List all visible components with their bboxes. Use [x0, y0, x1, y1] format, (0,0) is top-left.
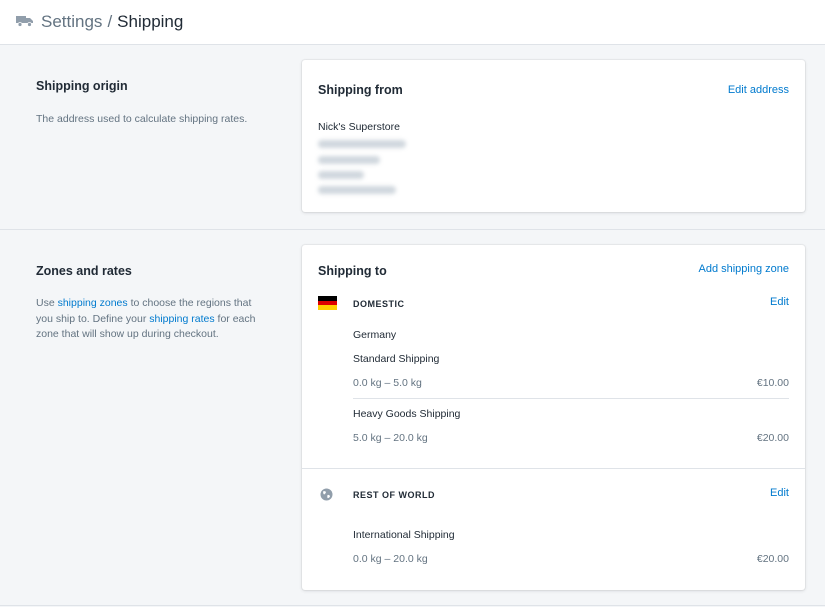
rate-weight-range: 0.0 kg – 20.0 kg — [353, 553, 428, 565]
address-line-redacted — [318, 171, 364, 179]
zone-name: REST OF WORLD — [353, 490, 435, 500]
rate-price: €20.00 — [756, 432, 789, 444]
shipping-from-card: Shipping from Edit address Nick's Supers… — [302, 60, 805, 212]
rate-name: Heavy Goods Shipping — [353, 408, 461, 420]
shipping-zones-link[interactable]: shipping zones — [58, 297, 128, 309]
shipping-to-card: Shipping to Add shipping zone DOMESTIC E… — [302, 245, 805, 590]
page-title: Shipping — [117, 12, 184, 31]
zone-country: Germany — [353, 329, 397, 341]
edit-zone-rest-of-world-link[interactable]: Edit — [770, 487, 789, 499]
store-name: Nick's Superstore — [318, 121, 400, 133]
germany-flag-icon — [318, 296, 337, 310]
address-line-redacted — [318, 156, 380, 164]
desc-text: Use — [36, 297, 58, 309]
add-shipping-zone-link[interactable]: Add shipping zone — [698, 263, 789, 275]
breadcrumb-settings[interactable]: Settings — [41, 12, 102, 32]
truck-icon — [16, 15, 34, 27]
rate-weight-range: 0.0 kg – 5.0 kg — [353, 377, 422, 389]
rate-name: International Shipping — [353, 529, 455, 541]
zone-rest-of-world-header: REST OF WORLD Edit — [302, 487, 805, 507]
shipping-rates-link[interactable]: shipping rates — [149, 313, 214, 325]
zones-rates-section: Zones and rates Use shipping zones to ch… — [0, 229, 825, 607]
globe-icon — [320, 488, 333, 501]
rate-price: €10.00 — [756, 377, 789, 389]
shipping-origin-heading: Shipping origin — [36, 79, 128, 93]
edit-zone-domestic-link[interactable]: Edit — [770, 296, 789, 308]
zones-rates-heading: Zones and rates — [36, 264, 132, 278]
address-line-redacted — [318, 140, 406, 148]
rate-weight-range: 5.0 kg – 20.0 kg — [353, 432, 428, 444]
breadcrumb-separator: / — [107, 12, 113, 31]
zone-divider — [302, 468, 805, 469]
shipping-origin-section: Shipping origin The address used to calc… — [0, 45, 825, 229]
address-line-redacted — [318, 186, 396, 194]
rate-divider — [353, 398, 789, 399]
zones-rates-description: Use shipping zones to choose the regions… — [36, 296, 258, 343]
edit-address-link[interactable]: Edit address — [728, 84, 789, 96]
shipping-to-title: Shipping to — [318, 264, 387, 278]
section-divider — [0, 605, 825, 606]
shipping-origin-description: The address used to calculate shipping r… — [36, 113, 248, 125]
rate-name: Standard Shipping — [353, 353, 440, 365]
rate-price: €20.00 — [756, 553, 789, 565]
zone-domestic-header: DOMESTIC Edit — [302, 296, 805, 316]
top-bar: Settings / Shipping — [0, 0, 825, 45]
shipping-from-title: Shipping from — [318, 83, 403, 97]
zone-name: DOMESTIC — [353, 299, 405, 309]
